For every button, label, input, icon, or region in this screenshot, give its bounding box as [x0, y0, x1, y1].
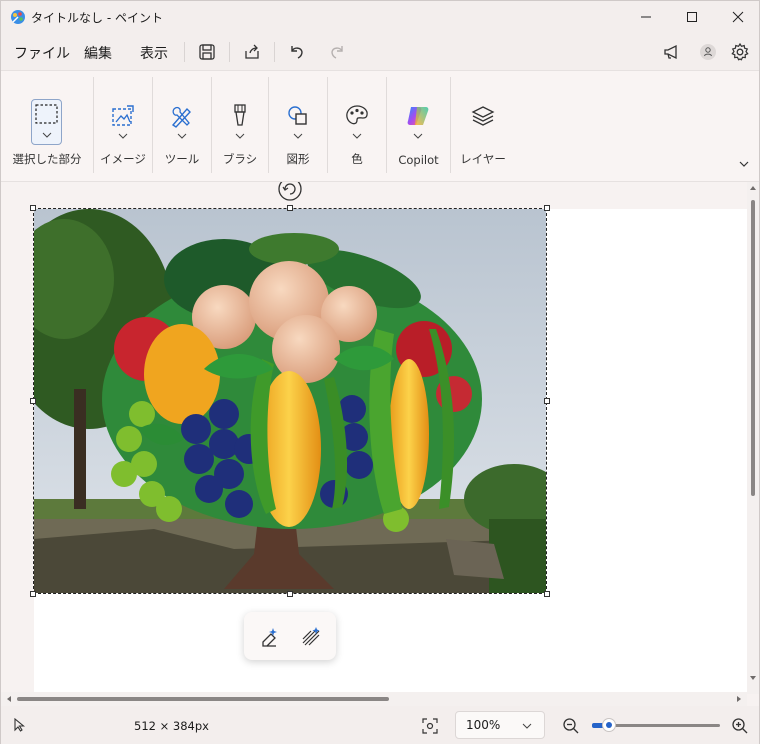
share-icon[interactable] — [242, 42, 262, 62]
palette-icon — [346, 105, 368, 125]
canvas-area[interactable] — [1, 182, 747, 692]
close-icon — [732, 11, 744, 23]
ribbon-group-layers[interactable]: レイヤー — [451, 77, 515, 179]
zoom-dropdown[interactable]: 100% — [455, 711, 545, 739]
resize-handle-right[interactable] — [544, 398, 550, 404]
close-button[interactable] — [715, 1, 760, 33]
ribbon-group-color[interactable]: 色 — [328, 77, 386, 179]
image-size-readout: 512 × 384px — [134, 719, 209, 733]
selection-marquee[interactable] — [30, 205, 550, 597]
zoom-value: 100% — [466, 718, 501, 732]
erase-region-icon[interactable] — [300, 625, 322, 647]
group-label: イメージ — [100, 152, 146, 166]
vertical-scroll-thumb[interactable] — [751, 200, 755, 496]
group-label: ブラシ — [222, 152, 258, 166]
menu-bar: ファイル 編集 表示 — [1, 33, 759, 71]
selection-floating-toolbar — [244, 612, 336, 660]
maximize-icon — [687, 12, 697, 22]
paint-window: タイトルなし - ペイント ファイル 編集 表示 選択した部分 イメージ ツール… — [0, 0, 760, 744]
vertical-scrollbar[interactable] — [747, 182, 759, 694]
ribbon-group-image[interactable]: イメージ — [94, 77, 152, 179]
rotate-handle-icon[interactable] — [277, 182, 303, 202]
scroll-left-icon[interactable] — [5, 695, 13, 703]
chevron-down-icon — [293, 133, 303, 139]
chevron-down-icon — [118, 133, 128, 139]
resize-handle-left[interactable] — [30, 398, 36, 404]
menu-edit[interactable]: 編集 — [84, 43, 112, 63]
tools-icon — [171, 106, 191, 128]
menu-separator — [184, 42, 185, 62]
zoom-slider-thumb[interactable] — [601, 718, 616, 732]
horizontal-scrollbar[interactable] — [1, 692, 747, 706]
title-bar: タイトルなし - ペイント — [1, 1, 759, 33]
resize-handle-top-right[interactable] — [544, 205, 550, 211]
scroll-right-icon[interactable] — [735, 695, 743, 703]
ribbon-group-selection[interactable]: 選択した部分 — [1, 77, 93, 179]
brush-icon — [234, 104, 246, 126]
scroll-up-icon[interactable] — [749, 184, 757, 192]
menu-separator — [229, 42, 230, 62]
group-label: 選択した部分 — [12, 152, 82, 166]
fit-to-window-icon[interactable] — [421, 717, 439, 735]
save-icon[interactable] — [197, 42, 217, 62]
minimize-icon — [641, 16, 651, 18]
resize-handle-bottom[interactable] — [287, 591, 293, 597]
paint-app-icon — [11, 10, 25, 24]
expand-ribbon-chevron-icon[interactable] — [739, 161, 749, 167]
menu-separator — [274, 42, 275, 62]
group-label: レイヤー — [460, 152, 506, 166]
resize-handle-bottom-right[interactable] — [544, 591, 550, 597]
minimize-button[interactable] — [623, 1, 669, 33]
account-icon[interactable] — [698, 42, 718, 62]
scroll-down-icon[interactable] — [749, 674, 757, 682]
ribbon-group-shapes[interactable]: 図形 — [269, 77, 327, 179]
maximize-button[interactable] — [669, 1, 715, 33]
chevron-down-icon — [42, 132, 52, 138]
chevron-down-icon — [413, 133, 423, 139]
ribbon-toolbar: 選択した部分 イメージ ツール ブラシ 図形 色 Copilot レイヤー — [1, 71, 759, 182]
horizontal-scroll-thumb[interactable] — [17, 697, 389, 701]
zoom-out-icon[interactable] — [562, 717, 580, 735]
ribbon-group-brush[interactable]: ブラシ — [212, 77, 268, 179]
shapes-icon — [288, 106, 307, 125]
selection-icon — [35, 104, 58, 124]
status-bar: 512 × 384px 100% — [1, 706, 759, 744]
ribbon-group-copilot[interactable]: Copilot — [387, 77, 450, 179]
chevron-down-icon — [522, 723, 532, 729]
group-label: Copilot — [398, 153, 439, 167]
undo-icon[interactable] — [287, 42, 307, 62]
image-icon — [112, 105, 134, 126]
redo-icon[interactable] — [327, 42, 347, 62]
group-label: 図形 — [286, 152, 310, 166]
selection-button[interactable] — [31, 99, 62, 145]
group-label: ツール — [164, 152, 200, 166]
zoom-in-icon[interactable] — [731, 717, 749, 735]
chevron-down-icon — [352, 133, 362, 139]
ribbon-group-tools[interactable]: ツール — [153, 77, 211, 179]
announcements-icon[interactable] — [662, 42, 682, 62]
copilot-icon — [407, 107, 429, 125]
pointer-icon — [14, 718, 26, 732]
window-title: タイトルなし - ペイント — [31, 11, 163, 25]
settings-icon[interactable] — [730, 42, 750, 62]
resize-handle-top-left[interactable] — [30, 205, 36, 211]
group-label: 色 — [351, 152, 363, 166]
layers-icon — [471, 106, 495, 126]
chevron-down-icon — [235, 133, 245, 139]
chevron-down-icon — [177, 133, 187, 139]
remove-background-icon[interactable] — [258, 625, 280, 647]
resize-handle-bottom-left[interactable] — [30, 591, 36, 597]
resize-handle-top[interactable] — [287, 205, 293, 211]
menu-view[interactable]: 表示 — [140, 43, 168, 63]
menu-file[interactable]: ファイル — [14, 43, 70, 63]
